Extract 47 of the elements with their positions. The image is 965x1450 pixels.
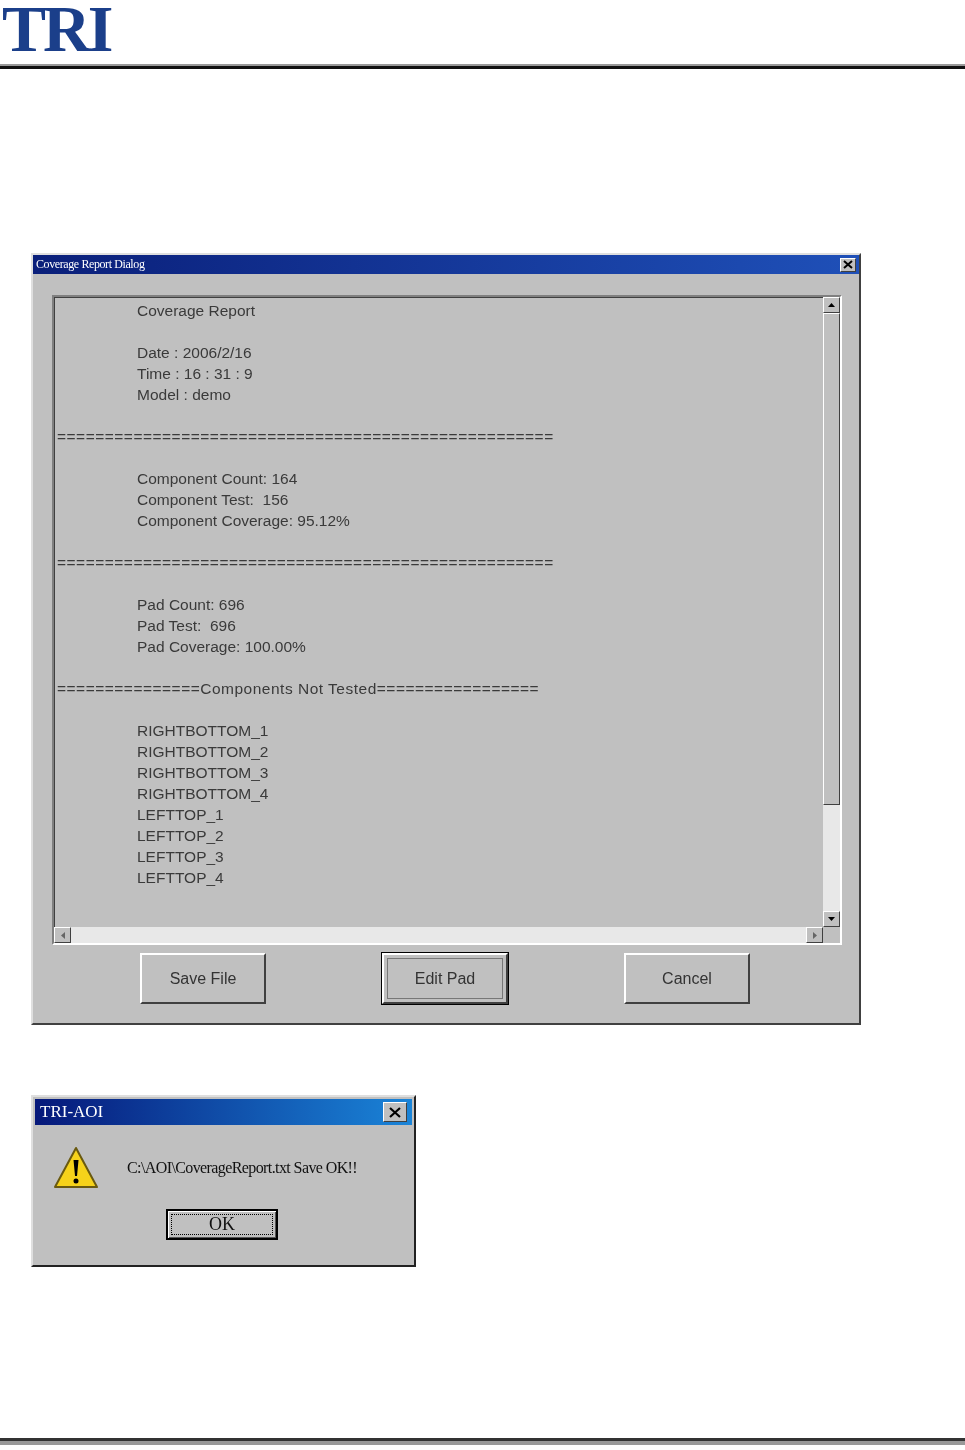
logo: TRI xyxy=(2,0,111,58)
report-line: Pad Coverage: 100.00% xyxy=(137,637,306,657)
down-arrow-icon xyxy=(828,917,835,921)
report-line: Component Coverage: 95.12% xyxy=(137,511,350,531)
scroll-up-button[interactable] xyxy=(823,297,840,313)
horizontal-scrollbar[interactable] xyxy=(54,927,840,943)
message-text: C:\AOI\CoverageReport.txt Save OK!! xyxy=(127,1159,358,1177)
report-line: Coverage Report xyxy=(137,301,256,321)
separator-line: ==================================================== xyxy=(57,427,554,447)
report-line: LEFTTOP_2 xyxy=(137,826,224,846)
close-button[interactable] xyxy=(840,257,856,272)
report-line: LEFTTOP_3 xyxy=(137,847,224,867)
dialog-button[interactable]: Cancel xyxy=(624,953,750,1004)
vertical-scrollbar[interactable] xyxy=(823,297,840,927)
scroll-thumb[interactable] xyxy=(823,313,840,805)
scroll-left-button[interactable] xyxy=(54,927,71,943)
report-line: LEFTTOP_4 xyxy=(137,868,224,888)
separator-line: ==================================================== xyxy=(57,553,554,573)
report-line: Component Count: 164 xyxy=(137,469,298,489)
report-line: Date : 2006/2/16 xyxy=(137,343,252,363)
close-icon xyxy=(389,1106,401,1118)
window-title: TRI-AOI xyxy=(40,1102,104,1122)
window-title: Coverage Report Dialog xyxy=(36,257,145,272)
report-line: LEFTTOP_1 xyxy=(137,805,224,825)
report-line: Time : 16 : 31 : 9 xyxy=(137,364,253,384)
warning-icon xyxy=(53,1145,99,1191)
scrollbar-corner xyxy=(823,927,840,943)
report-text-area[interactable] xyxy=(52,295,842,945)
dialog-button[interactable]: Edit Pad xyxy=(382,953,508,1004)
report-line: Pad Test: 696 xyxy=(137,616,236,636)
close-icon xyxy=(843,260,853,269)
ok-button[interactable]: OK xyxy=(166,1209,278,1240)
separator-line: ===============Components Not Tested================= xyxy=(57,679,540,699)
close-button[interactable] xyxy=(383,1102,407,1122)
scroll-right-button[interactable] xyxy=(806,927,823,943)
up-arrow-icon xyxy=(828,303,835,307)
right-arrow-icon xyxy=(812,931,817,939)
report-line: RIGHTBOTTOM_2 xyxy=(137,742,269,762)
report-line: RIGHTBOTTOM_3 xyxy=(137,763,269,783)
report-line: RIGHTBOTTOM_4 xyxy=(137,784,269,804)
scroll-down-button[interactable] xyxy=(823,911,840,927)
dialog-button[interactable]: Save File xyxy=(140,953,266,1004)
report-line: RIGHTBOTTOM_1 xyxy=(137,721,269,741)
report-line: Pad Count: 696 xyxy=(137,595,245,615)
report-line: Model : demo xyxy=(137,385,231,405)
left-arrow-icon xyxy=(60,931,65,939)
report-line: Component Test: 156 xyxy=(137,490,289,510)
